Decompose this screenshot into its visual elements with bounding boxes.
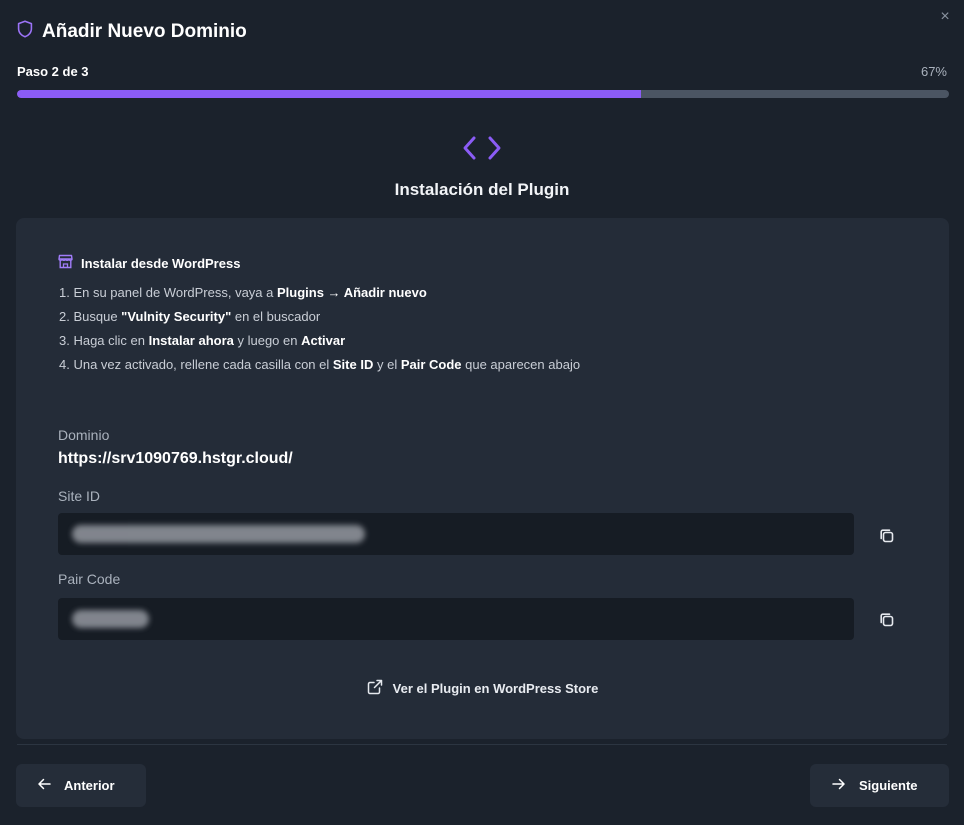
instructions-title: Instalar desde WordPress [81,255,241,271]
progress-fill [17,90,642,98]
step-label: Paso 2 de 3 [17,64,89,79]
domain-value: https://srv1090769.hstgr.cloud/ [58,450,293,467]
instruction-step-text: que aparecen abajo [461,357,581,372]
redacted-value [72,610,149,628]
redacted-value [72,525,365,543]
instruction-step-bold: Instalar ahora [148,333,234,348]
copy-pair-code-button[interactable] [878,611,896,629]
arrow-right-icon [832,778,846,793]
copy-icon [878,529,896,549]
instructions-list: 1. En su panel de WordPress, vaya a Plug… [59,285,580,381]
footer-divider [17,744,947,745]
instruction-step: 2. Busque "Vulnity Security" en el busca… [59,309,580,333]
close-button[interactable]: × [936,8,954,26]
site-id-label: Site ID [58,488,101,504]
step-percent: 67% [920,64,947,79]
instruction-step-bold: Pair Code [400,357,462,372]
code-brackets-icon [461,134,503,167]
shield-icon [17,20,33,43]
modal-title: Añadir Nuevo Dominio [42,20,247,42]
arrow-left-icon [37,778,51,793]
copy-site-id-button[interactable] [878,527,896,545]
next-button[interactable]: Siguiente [810,764,949,807]
domain-label: Dominio [58,427,110,443]
next-button-label: Siguiente [859,778,918,793]
instruction-step: 4. Una vez activado, rellene cada casill… [59,357,580,381]
instruction-step: 3. Haga clic en Instalar ahora y luego e… [59,333,580,357]
instruction-step: 1. En su panel de WordPress, vaya a Plug… [59,285,580,309]
modal-header: Añadir Nuevo Dominio [17,20,247,43]
previous-button-label: Anterior [64,778,115,793]
pair-code-field[interactable] [58,598,854,640]
wordpress-store-link[interactable]: Ver el Plugin en WordPress Store [16,679,949,698]
wordpress-store-link-label: Ver el Plugin en WordPress Store [392,681,599,696]
instruction-step-bold: Site ID [332,357,374,372]
progress-bar [17,90,949,98]
instruction-step-bold: Activar [301,333,346,348]
previous-button[interactable]: Anterior [16,764,146,807]
copy-icon [878,613,896,633]
instructions-heading: Instalar desde WordPress [58,254,240,272]
section-title: Instalación del Plugin [394,180,570,199]
plugin-install-card: Instalar desde WordPress 1. En su panel … [16,218,949,739]
external-link-icon [367,679,383,698]
pair-code-label: Pair Code [58,571,121,587]
instruction-step-text: y luego en [233,333,302,348]
site-id-field[interactable] [58,513,854,555]
store-icon [58,254,73,272]
instruction-step-text: 1. En su panel de WordPress, vaya a [59,285,277,300]
instruction-step-text: 2. Busque [59,309,122,324]
instruction-step-text: en el buscador [231,309,321,324]
step-indicator: Paso 2 de 3 67% [17,64,947,79]
instruction-step-bold: "Vulnity Security" [121,309,232,324]
instruction-step-text: 3. Haga clic en [59,333,149,348]
instruction-step-text: y el [373,357,401,372]
instruction-step-bold: Plugins → Añadir nuevo [277,285,427,300]
instruction-step-text: 4. Una vez activado, rellene cada casill… [59,357,333,372]
add-domain-modal: × Añadir Nuevo Dominio Paso 2 de 3 67% I… [0,0,964,825]
